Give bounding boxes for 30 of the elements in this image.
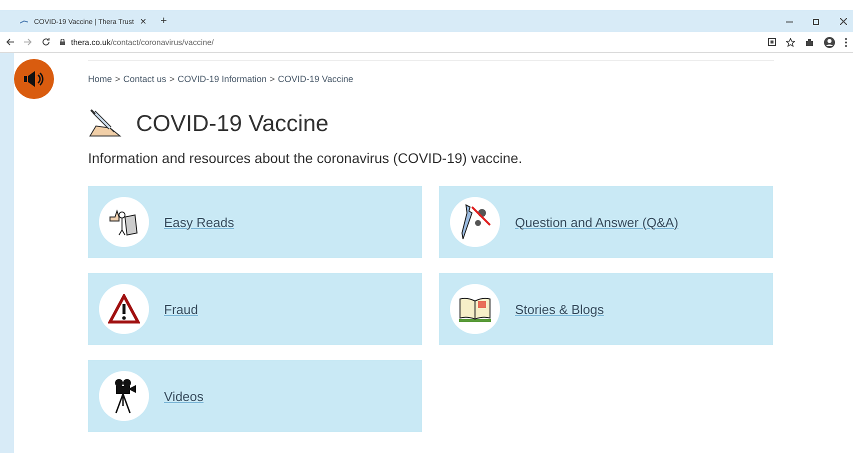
breadcrumb-separator: > <box>270 74 275 84</box>
breadcrumb-separator: > <box>169 74 175 84</box>
page-title: COVID-19 Vaccine <box>136 110 329 136</box>
star-icon[interactable] <box>786 38 795 46</box>
resource-card[interactable]: Fraud <box>88 273 422 345</box>
breadcrumb-separator: > <box>115 74 120 84</box>
breadcrumb-link[interactable]: COVID-19 Information <box>178 74 267 84</box>
profile-icon[interactable] <box>824 36 835 48</box>
lock-icon <box>60 39 65 45</box>
tab-close-button[interactable]: × <box>140 16 146 28</box>
resource-card[interactable]: Videos <box>88 360 422 432</box>
qr-icon[interactable] <box>768 38 776 46</box>
resource-card[interactable]: Stories & Blogs <box>439 273 773 345</box>
intro-text: Information and resources about the coronavirus (COVID-19) vaccine. <box>88 150 524 166</box>
resource-card[interactable]: Question and Answer (Q&A) <box>439 186 773 258</box>
speaker-icon <box>23 71 45 87</box>
breadcrumb-link[interactable]: Home <box>88 74 112 84</box>
breadcrumb-link[interactable]: Contact us <box>123 74 166 84</box>
new-tab-button[interactable]: + <box>160 15 167 27</box>
resource-card[interactable]: Easy Reads <box>88 186 422 258</box>
injection-arm-icon <box>88 108 122 138</box>
reload-icon[interactable] <box>42 38 50 46</box>
close-icon[interactable] <box>840 18 847 24</box>
back-icon[interactable] <box>6 38 14 46</box>
breadcrumb-link[interactable]: COVID-19 Vaccine <box>278 74 354 84</box>
address-bar[interactable]: thera.co.uk/contact/coronavirus/vaccine/ <box>71 38 214 46</box>
warning-icon <box>108 294 140 324</box>
book-icon <box>457 295 493 323</box>
speaker-button[interactable] <box>14 59 54 99</box>
restore-icon[interactable] <box>813 18 820 24</box>
